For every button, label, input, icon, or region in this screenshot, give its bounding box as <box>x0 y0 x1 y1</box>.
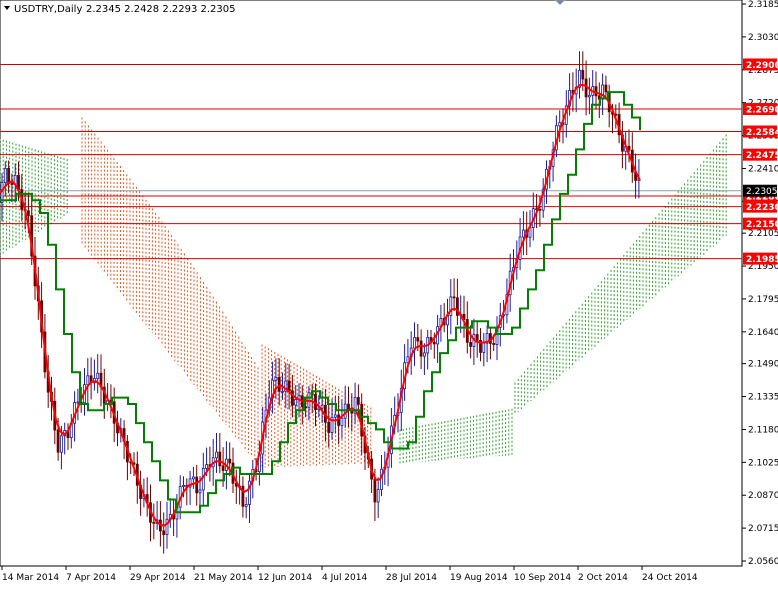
candle-body-up <box>215 451 218 459</box>
y-tick-label: 2.0870 <box>748 491 778 501</box>
y-tick-label: 2.0560 <box>748 557 778 567</box>
candle-body-down <box>218 451 222 467</box>
ohlc-values: 2.2345 2.2428 2.2293 2.2305 <box>86 4 236 15</box>
y-tick-label: 2.1025 <box>748 458 778 468</box>
y-tick-label: 2.3185 <box>748 0 778 10</box>
y-tick-label: 2.1795 <box>748 295 778 305</box>
candle-body-down <box>581 69 585 80</box>
y-tick-label: 2.1335 <box>748 393 778 403</box>
x-tick-label: 2 Oct 2014 <box>578 573 628 583</box>
x-tick-label: 4 Jul 2014 <box>322 573 367 583</box>
candle-body-down <box>604 84 608 93</box>
candle-body-up <box>413 337 416 349</box>
candle-body-up <box>376 489 380 503</box>
candle-body-up <box>294 398 298 406</box>
candle-body-down <box>162 530 166 535</box>
y-tick-label: 2.0715 <box>748 524 778 534</box>
x-tick-label: 21 May 2014 <box>194 573 253 583</box>
candle-body-down <box>538 208 542 211</box>
candle-body-up <box>588 94 591 98</box>
level-label: 2.2900 <box>746 61 778 71</box>
candle-body-down <box>195 476 199 494</box>
x-tick-label: 19 Aug 2014 <box>450 573 508 583</box>
y-tick-label: 2.1640 <box>748 328 778 338</box>
candle-body-down <box>416 337 420 342</box>
candle-body-down <box>10 183 14 185</box>
candle-body-up <box>522 229 525 238</box>
chart-frame <box>0 0 743 567</box>
candle-body-up <box>86 375 90 386</box>
candle-body-up <box>96 372 100 379</box>
candle-body-down <box>475 334 479 341</box>
current-price-label: 2.2305 <box>746 187 778 197</box>
level-label: 2.2230 <box>746 203 778 213</box>
candle-body-up <box>482 342 486 353</box>
candle-body-up <box>333 414 337 418</box>
x-tick-label: 10 Sep 2014 <box>514 573 571 583</box>
y-tick-label: 2.2105 <box>748 229 778 239</box>
level-label: 2.2690 <box>746 106 778 116</box>
candle-body-down <box>373 478 377 503</box>
price-chart: 2.31852.30302.28752.27202.25652.24102.22… <box>0 0 778 583</box>
candle-body-up <box>198 489 202 494</box>
x-tick-label: 14 Mar 2014 <box>2 573 59 583</box>
candle-body-down <box>452 296 456 299</box>
candle-body-down <box>627 145 631 151</box>
candle-body-down <box>228 458 232 464</box>
candle-body-up <box>274 376 278 381</box>
candle-body-up <box>60 435 63 453</box>
candle-body-down <box>419 340 423 357</box>
candle-body-down <box>432 341 436 345</box>
candle-body-up <box>3 167 7 183</box>
candle-body-down <box>221 465 225 471</box>
x-tick-label: 29 Apr 2014 <box>130 573 186 583</box>
x-tick-label: 28 Jul 2014 <box>386 573 437 583</box>
level-label: 2.2150 <box>746 220 778 230</box>
y-tick-label: 2.2410 <box>748 164 778 174</box>
candle-body-down <box>469 341 473 347</box>
candle-body-down <box>287 380 291 392</box>
chart-container: 2.31852.30302.28752.27202.25652.24102.22… <box>0 0 778 585</box>
symbol-label: USDTRY,Daily <box>14 4 82 15</box>
candle-body-down <box>327 421 331 433</box>
candle-body-up <box>191 476 195 480</box>
candle-body-up <box>182 484 185 487</box>
candle-body-up <box>281 390 284 393</box>
y-tick-label: 2.1490 <box>748 360 778 370</box>
y-tick-label: 2.1180 <box>748 425 778 435</box>
candle-body-down <box>26 210 30 217</box>
candle-body-up <box>320 404 324 409</box>
candle-body-down <box>347 403 350 410</box>
candle-body-up <box>422 352 426 357</box>
candle-body-up <box>205 464 209 469</box>
x-tick-label: 12 Jun 2014 <box>258 573 312 583</box>
candle-body-down <box>152 521 156 524</box>
candle-body-up <box>340 417 344 426</box>
candle-body-down <box>7 167 10 184</box>
x-tick-label: 7 Apr 2014 <box>66 573 116 583</box>
candle-body-down <box>56 429 60 453</box>
candle-body-down <box>594 86 598 97</box>
level-label: 2.2584 <box>746 128 778 138</box>
chart-header: USDTRY,Daily 2.2345 2.2428 2.2293 2.2305 <box>4 4 236 15</box>
level-label: 2.2475 <box>746 151 778 161</box>
candle-body-down <box>356 397 360 405</box>
candle-body-up <box>244 504 248 507</box>
candle-body-up <box>165 518 169 535</box>
candle-body-up <box>601 84 604 100</box>
y-tick-label: 2.3030 <box>748 33 778 43</box>
level-label: 2.1985 <box>746 255 778 265</box>
candle-body-up <box>76 401 80 404</box>
x-tick-label: 24 Oct 2014 <box>642 573 698 583</box>
candle-body-down <box>492 343 496 345</box>
